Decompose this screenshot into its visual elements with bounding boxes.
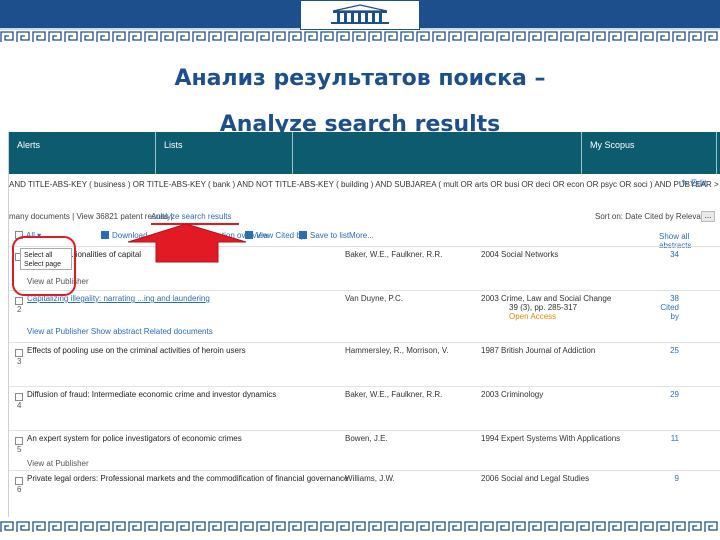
row-cited-by-label[interactable]: by bbox=[649, 312, 679, 321]
save-to-list-button[interactable]: Save to list bbox=[299, 231, 349, 240]
row-publisher-link[interactable]: View at Publisher bbox=[27, 459, 89, 468]
row-cited[interactable]: 25 bbox=[649, 346, 679, 355]
row-cited[interactable]: 9 bbox=[649, 474, 679, 483]
row-open-access: Open Access bbox=[509, 312, 557, 321]
row-cited[interactable]: 29 bbox=[649, 390, 679, 399]
row-authors[interactable]: Baker, W.E., Faulkner, R.R. bbox=[345, 250, 442, 259]
row-year: 2004 bbox=[481, 250, 499, 259]
download-icon bbox=[101, 231, 109, 239]
row-source[interactable]: Expert Systems With Applications bbox=[501, 434, 620, 443]
row-cited[interactable]: 38 bbox=[649, 294, 679, 303]
row-number: 4 bbox=[17, 401, 22, 410]
red-up-arrow-icon bbox=[128, 223, 247, 263]
row-source[interactable]: Criminology bbox=[501, 390, 543, 399]
edit-label: Edit bbox=[691, 178, 707, 188]
table-row: 3 Effects of pooling use on the criminal… bbox=[9, 342, 720, 386]
nav-my-scopus[interactable]: My Scopus bbox=[582, 132, 717, 174]
scopus-navbar: Alerts Lists My Scopus bbox=[9, 132, 720, 174]
table-row: ...ionalities of capital Baker, W.E., Fa… bbox=[9, 246, 720, 290]
row-actions[interactable]: View at Publisher Show abstract Related … bbox=[27, 327, 213, 336]
row-title[interactable]: Private legal orders: Professional marke… bbox=[27, 474, 349, 483]
slide-title-line1: Анализ результатов поиска – bbox=[174, 66, 546, 91]
table-row: 4 Diffusion of fraud: Intermediate econo… bbox=[9, 386, 720, 430]
list-icon bbox=[299, 231, 307, 239]
row-checkbox[interactable] bbox=[15, 477, 23, 485]
row-checkbox[interactable] bbox=[15, 297, 23, 305]
save-to-list-label: Save to list bbox=[310, 231, 350, 240]
table-row: 6 Private legal orders: Professional mar… bbox=[9, 470, 720, 517]
nav-lists[interactable]: Lists bbox=[156, 132, 293, 174]
row-checkbox[interactable] bbox=[15, 393, 23, 401]
greek-key-border-top bbox=[0, 30, 720, 44]
edit-search-link[interactable]: ✎ Edit bbox=[681, 178, 707, 189]
scopus-screenshot: Alerts Lists My Scopus AND TITLE-ABS-KEY… bbox=[8, 132, 720, 517]
row-number: 3 bbox=[17, 357, 22, 366]
row-year: 2003 bbox=[481, 294, 499, 303]
greek-key-border-bottom bbox=[0, 520, 720, 534]
building-facade-icon bbox=[300, 0, 420, 30]
highlight-circle bbox=[12, 236, 76, 296]
more-sort-button[interactable]: ... bbox=[701, 211, 715, 222]
row-authors[interactable]: Hammersley, R., Morrison, V. bbox=[345, 346, 449, 355]
row-number: 2 bbox=[17, 305, 22, 314]
row-year: 1994 bbox=[481, 434, 499, 443]
row-source[interactable]: Crime, Law and Social Change bbox=[501, 294, 611, 303]
row-number: 6 bbox=[17, 485, 22, 494]
analyze-label: Analyze search results bbox=[151, 212, 232, 221]
top-banner bbox=[0, 0, 720, 30]
row-cited-label[interactable]: Cited bbox=[649, 303, 679, 312]
sort-options[interactable]: Sort on: Date Cited by Relevance bbox=[595, 212, 714, 221]
search-query: AND TITLE-ABS-KEY ( business ) OR TITLE-… bbox=[9, 180, 720, 189]
pencil-icon: ✎ bbox=[681, 178, 692, 188]
nav-alerts[interactable]: Alerts bbox=[9, 132, 156, 174]
row-source[interactable]: Social and Legal Studies bbox=[501, 474, 589, 483]
row-checkbox[interactable] bbox=[15, 437, 23, 445]
row-authors[interactable]: Williams, J.W. bbox=[345, 474, 395, 483]
row-year: 1987 bbox=[481, 346, 499, 355]
row-title[interactable]: An expert system for police investigator… bbox=[27, 434, 242, 443]
row-source-volume: 39 (3), pp. 285-317 bbox=[509, 303, 578, 312]
nav-empty-slot bbox=[293, 132, 582, 174]
analyze-search-results-link[interactable]: Analyze search results bbox=[151, 212, 231, 221]
row-number: 5 bbox=[17, 445, 22, 454]
row-authors[interactable]: Baker, W.E., Faulkner, R.R. bbox=[345, 390, 442, 399]
row-year: 2003 bbox=[481, 390, 499, 399]
row-source[interactable]: British Journal of Addiction bbox=[501, 346, 595, 355]
row-cited[interactable]: 11 bbox=[649, 434, 679, 443]
row-title[interactable]: Effects of pooling use on the criminal a… bbox=[27, 346, 246, 355]
row-checkbox[interactable] bbox=[15, 349, 23, 357]
row-title[interactable]: Diffusion of fraud: Intermediate economi… bbox=[27, 390, 276, 399]
view-cited-by-button[interactable]: View Cited by bbox=[245, 231, 305, 240]
row-cited[interactable]: 34 bbox=[649, 250, 679, 259]
more-button[interactable]: More... bbox=[349, 231, 374, 240]
results-toolbar: All ▾ Download View citation overview Vi… bbox=[9, 230, 720, 244]
table-row: 5 An expert system for police investigat… bbox=[9, 430, 720, 470]
row-authors[interactable]: Bowen, J.E. bbox=[345, 434, 388, 443]
row-authors[interactable]: Van Duyne, P.C. bbox=[345, 294, 403, 303]
row-source[interactable]: Social Networks bbox=[501, 250, 558, 259]
row-year: 2006 bbox=[481, 474, 499, 483]
table-row: 2 Capitalizing illegality: narrating ...… bbox=[9, 290, 720, 342]
view-cited-by-label: View Cited by bbox=[256, 231, 305, 240]
